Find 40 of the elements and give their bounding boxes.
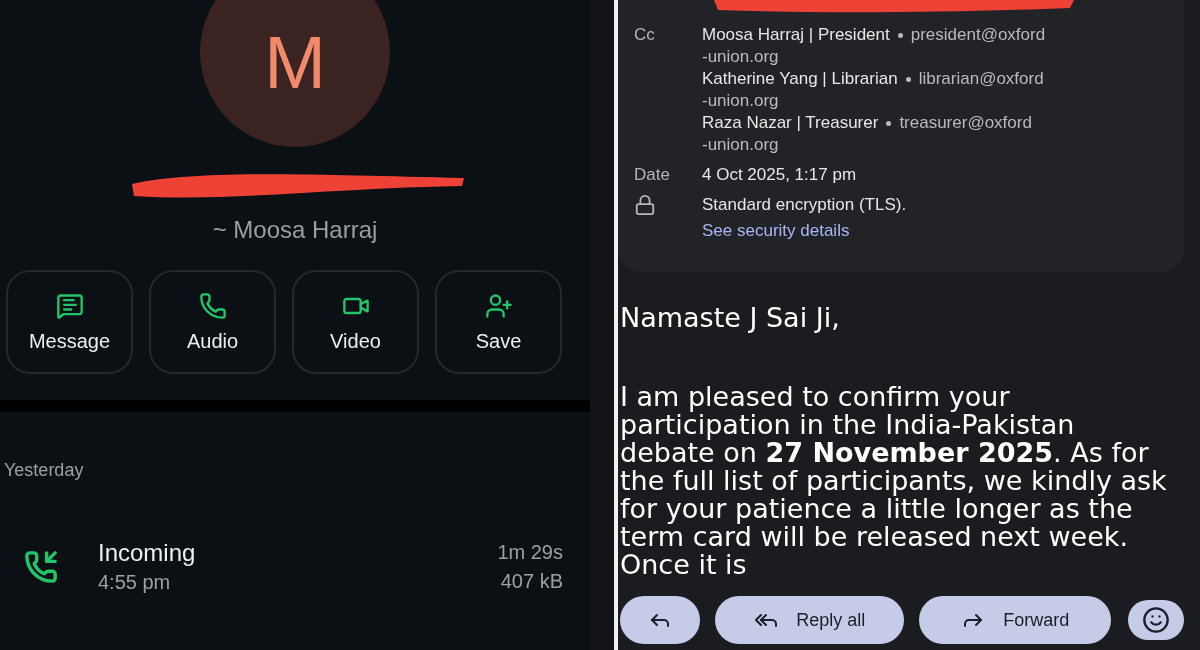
message-icon (55, 291, 84, 320)
lock-icon (634, 194, 656, 216)
cc-label: Cc (634, 24, 656, 46)
recipient-name: Raza Nazar | Treasurer (702, 112, 879, 134)
recipient-email: -union.org (702, 90, 780, 112)
contact-action-button[interactable]: Save (435, 270, 562, 374)
call-type: Incoming (98, 539, 197, 567)
reply-all-button[interactable]: Reply all (714, 596, 905, 644)
email-body: I am pleased to confirm your participation in the India-Pakistan debate on 27 November 2025. As for the full list of participants, we kindly ask for your patience a little longer as the term card will be released next week. Once it is (620, 383, 1168, 579)
contact-action-button[interactable]: Message (6, 270, 133, 374)
add-person-icon (484, 291, 513, 320)
incoming-call-icon (24, 549, 58, 584)
avatar: M (200, 0, 390, 147)
recipient-email: -union.org (702, 46, 780, 68)
date-heading: Yesterday (4, 460, 85, 481)
contact-action-button[interactable]: Audio (149, 270, 276, 374)
security-details-link[interactable]: See security details (702, 220, 1168, 242)
recipient-name: Katherine Yang | Librarian (702, 68, 898, 90)
separator-dot (886, 120, 892, 126)
separator-dot (897, 32, 903, 38)
greeting: Namaste J Sai Ji, (620, 302, 841, 333)
call-size: 407 kB (500, 569, 563, 593)
contact-name: ~ Moosa Harraj (212, 216, 378, 244)
encryption-text: Standard encryption (TLS). (702, 194, 908, 216)
smiley-icon (1142, 606, 1171, 634)
recipient-email: treasurer@oxford (899, 112, 1032, 134)
phone-icon (198, 291, 227, 320)
emoji-button[interactable] (1128, 600, 1184, 640)
contact-action-button[interactable]: Video (292, 270, 419, 374)
reply-button[interactable] (620, 596, 700, 644)
call-time: 4:55 pm (98, 571, 172, 594)
date-value: 4 Oct 2025, 1:17 pm (702, 164, 858, 186)
recipient-email: librarian@oxford (918, 68, 1044, 90)
recipient-name: Moosa Harraj | President (702, 24, 890, 46)
recipient-email: -union.org (702, 134, 780, 156)
date-label: Date (634, 164, 671, 186)
recipient-email: president@oxford (910, 24, 1046, 46)
call-duration: 1m 29s (497, 540, 563, 564)
forward-button[interactable]: Forward (919, 596, 1112, 644)
separator-dot (905, 76, 911, 82)
